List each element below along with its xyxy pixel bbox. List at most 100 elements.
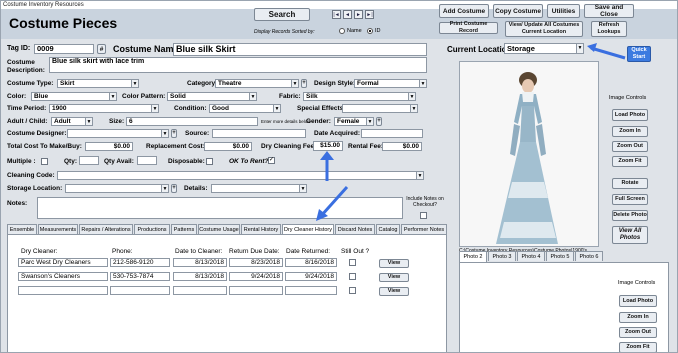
tab-discard-notes[interactable]: Discard Notes <box>335 224 375 234</box>
print-record-button[interactable]: Print Costume Record <box>439 21 498 34</box>
sort-name-radio[interactable]: Name <box>339 28 362 34</box>
tab-performer-notes[interactable]: Performer Notes <box>401 224 447 234</box>
tab-measurements[interactable]: Measurements <box>38 224 78 234</box>
row1-still-out-checkbox[interactable] <box>349 259 356 266</box>
tab-photo-5[interactable]: Photo 5 <box>546 251 574 261</box>
next-record-button[interactable]: ► <box>354 10 363 19</box>
category-add-button[interactable]: + <box>301 79 307 88</box>
row3-still-out-checkbox[interactable] <box>349 287 356 294</box>
first-record-button[interactable]: |◄ <box>332 10 341 19</box>
ok-to-rent-checkbox[interactable]: ✓ <box>268 157 275 164</box>
dry-cleaning-fee-field[interactable]: $15.00 <box>313 141 343 151</box>
row2-still-out-checkbox[interactable] <box>349 273 356 280</box>
gender-add-button[interactable]: + <box>376 117 382 126</box>
arrow-to-location-icon <box>587 43 626 60</box>
row2-returned[interactable]: 9/24/2018 <box>285 272 337 281</box>
search-button[interactable]: Search <box>254 8 310 21</box>
costume-type-select[interactable]: Skirt ▼ <box>57 79 139 88</box>
zoom-out-button[interactable]: Zoom Out <box>612 141 648 152</box>
date-acquired-field[interactable] <box>361 129 423 138</box>
designer-select[interactable]: ▼ <box>67 129 169 138</box>
view-update-locations-button[interactable]: View/ Update All Costumes Current Locati… <box>505 21 583 37</box>
tab-photo-3[interactable]: Photo 3 <box>488 251 516 261</box>
row2-view-button[interactable]: View <box>379 273 409 282</box>
tab-rental-history[interactable]: Rental History <box>241 224 281 234</box>
tab-photo-2[interactable]: Photo 2 <box>459 251 487 262</box>
include-notes-checkbox[interactable] <box>420 212 427 219</box>
rental-fee-field[interactable]: $0.00 <box>382 142 422 151</box>
color-select[interactable]: Blue ▼ <box>31 92 117 101</box>
storage-add-button[interactable]: + <box>171 184 177 193</box>
total-cost-field[interactable]: $0.00 <box>85 142 133 151</box>
rotate-button[interactable]: Rotate <box>612 178 648 189</box>
category-select[interactable]: Theatre ▼ <box>215 79 299 88</box>
source-field[interactable] <box>212 129 306 138</box>
zoom-fit-button[interactable]: Zoom Fit <box>612 156 648 167</box>
row1-due[interactable]: 8/23/2018 <box>229 258 283 267</box>
storage-location-select[interactable]: ▼ <box>65 184 169 193</box>
qty-avail-field[interactable] <box>137 156 157 165</box>
row3-cleaner[interactable] <box>18 286 108 295</box>
row3-phone[interactable] <box>110 286 170 295</box>
photo2-zoom-out-button[interactable]: Zoom Out <box>619 327 657 338</box>
row2-due[interactable]: 9/24/2018 <box>229 272 283 281</box>
replacement-cost-field[interactable]: $0.00 <box>204 142 252 151</box>
full-screen-button[interactable]: Full Screen <box>612 194 648 205</box>
photo2-zoom-fit-button[interactable]: Zoom Fit <box>619 342 657 352</box>
cleaning-code-select[interactable]: ▼ <box>57 171 424 180</box>
tab-photo-4[interactable]: Photo 4 <box>517 251 545 261</box>
add-costume-button[interactable]: Add Costume <box>439 4 489 18</box>
special-effects-select[interactable]: ▼ <box>342 104 418 113</box>
current-location-select[interactable]: Storage ▼ <box>504 43 584 54</box>
prev-record-button[interactable]: ◄ <box>343 10 352 19</box>
costume-name-field[interactable]: Blue silk Skirt <box>173 43 427 56</box>
photo2-load-button[interactable]: Load Photo <box>619 295 657 307</box>
zoom-in-button[interactable]: Zoom In <box>612 126 648 137</box>
multiple-checkbox[interactable] <box>41 158 48 165</box>
row1-phone[interactable]: 212-586-9120 <box>110 258 170 267</box>
save-close-button[interactable]: Save and Close <box>584 4 634 18</box>
condition-select[interactable]: Good ▼ <box>209 104 281 113</box>
utilities-button[interactable]: Utilities <box>547 4 580 18</box>
time-period-select[interactable]: 1900 ▼ <box>49 104 159 113</box>
delete-photo-button[interactable]: Delete Photo <box>612 210 648 221</box>
tab-costume-usage[interactable]: Costume Usage <box>198 224 240 234</box>
tab-repairs[interactable]: Repairs / Alterations <box>79 224 133 234</box>
tag-number-button[interactable]: # <box>97 44 106 54</box>
load-photo-button[interactable]: Load Photo <box>612 109 648 121</box>
row3-due[interactable] <box>229 286 283 295</box>
row2-phone[interactable]: 530-753-7874 <box>110 272 170 281</box>
color-pattern-select[interactable]: Solid ▼ <box>167 92 257 101</box>
gender-select[interactable]: Female ▼ <box>334 117 374 126</box>
fabric-select[interactable]: Silk ▼ <box>303 92 416 101</box>
designer-add-button[interactable]: + <box>171 129 177 138</box>
tab-productions[interactable]: Productions <box>134 224 170 234</box>
details-select[interactable]: ▼ <box>211 184 307 193</box>
tab-catalog[interactable]: Catalog <box>376 224 400 234</box>
view-all-photos-button[interactable]: View All Photos <box>612 226 648 244</box>
qty-field[interactable] <box>79 156 99 165</box>
design-style-select[interactable]: Formal ▼ <box>354 79 427 88</box>
adult-child-select[interactable]: Adult ▼ <box>51 117 93 126</box>
photo2-zoom-in-button[interactable]: Zoom In <box>619 312 657 323</box>
row1-to-cleaner[interactable]: 8/13/2018 <box>173 258 227 267</box>
row3-returned[interactable] <box>285 286 337 295</box>
tab-patterns[interactable]: Patterns <box>171 224 197 234</box>
tab-photo-6[interactable]: Photo 6 <box>575 251 603 261</box>
row1-cleaner[interactable]: Parc West Dry Cleaners <box>18 258 108 267</box>
tab-ensemble[interactable]: Ensemble <box>7 224 37 234</box>
row1-view-button[interactable]: View <box>379 259 409 268</box>
row2-cleaner[interactable]: Swanson's Cleaners <box>18 272 108 281</box>
tag-id-field[interactable]: 0009 <box>34 44 94 54</box>
refresh-lookups-button[interactable]: Refresh Lookups <box>591 21 627 37</box>
row3-to-cleaner[interactable] <box>173 286 227 295</box>
sort-id-radio[interactable]: ID <box>367 28 381 34</box>
disposable-checkbox[interactable] <box>206 158 213 165</box>
row2-to-cleaner[interactable]: 8/13/2018 <box>173 272 227 281</box>
description-field[interactable]: Blue silk skirt with lace trim <box>49 57 427 73</box>
row1-returned[interactable]: 8/16/2018 <box>285 258 337 267</box>
size-field[interactable]: 6 <box>126 117 258 126</box>
copy-costume-button[interactable]: Copy Costume <box>493 4 543 18</box>
last-record-button[interactable]: ►| <box>365 10 374 19</box>
row3-view-button[interactable]: View <box>379 287 409 296</box>
